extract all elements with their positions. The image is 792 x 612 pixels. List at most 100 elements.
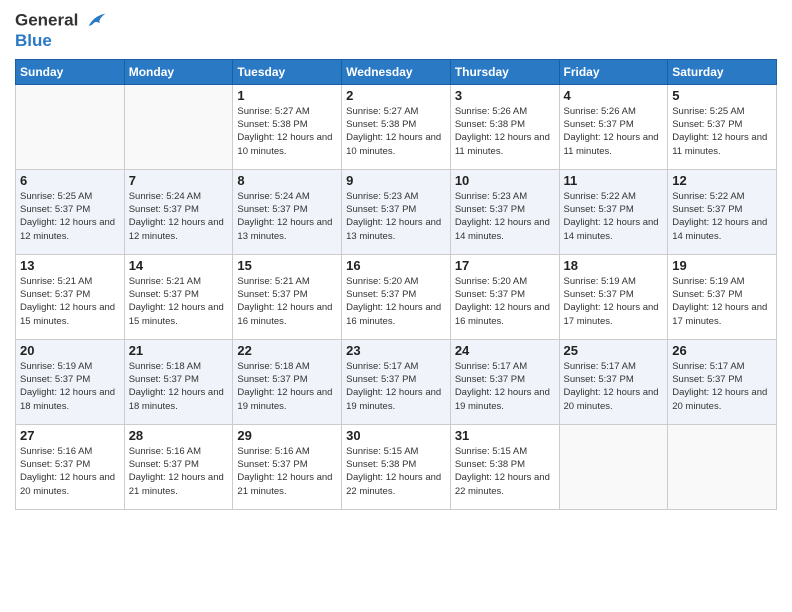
day-info: Sunrise: 5:24 AM Sunset: 5:37 PM Dayligh… bbox=[237, 190, 337, 243]
day-number: 22 bbox=[237, 343, 337, 358]
calendar-cell: 11Sunrise: 5:22 AM Sunset: 5:37 PM Dayli… bbox=[559, 169, 668, 254]
day-info: Sunrise: 5:19 AM Sunset: 5:37 PM Dayligh… bbox=[564, 275, 664, 328]
calendar-cell bbox=[668, 424, 777, 509]
day-info: Sunrise: 5:27 AM Sunset: 5:38 PM Dayligh… bbox=[237, 105, 337, 158]
day-number: 21 bbox=[129, 343, 229, 358]
day-number: 19 bbox=[672, 258, 772, 273]
calendar-cell: 29 Sunrise: 5:16 AM Sunset: 5:37 PM Dayli… bbox=[233, 424, 342, 509]
calendar-cell: 16Sunrise: 5:20 AM Sunset: 5:37 PM Dayli… bbox=[342, 254, 451, 339]
day-info: Sunrise: 5:15 AM Sunset: 5:38 PM Dayligh… bbox=[346, 445, 446, 498]
day-info: Sunrise: 5:22 AM Sunset: 5:37 PM Dayligh… bbox=[672, 190, 772, 243]
calendar-body: 1 Sunrise: 5:27 AM Sunset: 5:38 PM Daylig… bbox=[16, 84, 777, 509]
day-info: Sunrise: 5:27 AM Sunset: 5:38 PM Dayligh… bbox=[346, 105, 446, 158]
week-row-3: 13Sunrise: 5:21 AM Sunset: 5:37 PM Dayli… bbox=[16, 254, 777, 339]
calendar-cell: 30 Sunrise: 5:15 AM Sunset: 5:38 PM Dayli… bbox=[342, 424, 451, 509]
day-info: Sunrise: 5:19 AM Sunset: 5:37 PM Dayligh… bbox=[672, 275, 772, 328]
day-info: Sunrise: 5:15 AM Sunset: 5:38 PM Dayligh… bbox=[455, 445, 555, 498]
calendar-cell: 18 Sunrise: 5:19 AM Sunset: 5:37 PM Dayli… bbox=[559, 254, 668, 339]
calendar-cell bbox=[16, 84, 125, 169]
day-info: Sunrise: 5:22 AM Sunset: 5:37 PM Dayligh… bbox=[564, 190, 664, 243]
calendar-cell: 27 Sunrise: 5:16 AM Sunset: 5:37 PM Dayli… bbox=[16, 424, 125, 509]
day-number: 1 bbox=[237, 88, 337, 103]
day-number: 4 bbox=[564, 88, 664, 103]
calendar-cell: 28 Sunrise: 5:16 AM Sunset: 5:37 PM Dayli… bbox=[124, 424, 233, 509]
calendar-cell: 23Sunrise: 5:17 AM Sunset: 5:37 PM Dayli… bbox=[342, 339, 451, 424]
day-number: 27 bbox=[20, 428, 120, 443]
day-info: Sunrise: 5:23 AM Sunset: 5:37 PM Dayligh… bbox=[455, 190, 555, 243]
weekday-header-friday: Friday bbox=[559, 59, 668, 84]
day-number: 30 bbox=[346, 428, 446, 443]
day-info: Sunrise: 5:25 AM Sunset: 5:37 PM Dayligh… bbox=[672, 105, 772, 158]
day-number: 12 bbox=[672, 173, 772, 188]
calendar-cell bbox=[559, 424, 668, 509]
day-info: Sunrise: 5:18 AM Sunset: 5:37 PM Dayligh… bbox=[237, 360, 337, 413]
calendar-table: SundayMondayTuesdayWednesdayThursdayFrid… bbox=[15, 59, 777, 510]
day-info: Sunrise: 5:26 AM Sunset: 5:38 PM Dayligh… bbox=[455, 105, 555, 158]
weekday-header-sunday: Sunday bbox=[16, 59, 125, 84]
day-number: 10 bbox=[455, 173, 555, 188]
day-info: Sunrise: 5:17 AM Sunset: 5:37 PM Dayligh… bbox=[455, 360, 555, 413]
calendar-cell: 1 Sunrise: 5:27 AM Sunset: 5:38 PM Daylig… bbox=[233, 84, 342, 169]
logo: General Blue bbox=[15, 10, 107, 51]
day-number: 2 bbox=[346, 88, 446, 103]
calendar-cell: 26Sunrise: 5:17 AM Sunset: 5:37 PM Dayli… bbox=[668, 339, 777, 424]
calendar-cell: 13Sunrise: 5:21 AM Sunset: 5:37 PM Dayli… bbox=[16, 254, 125, 339]
day-number: 28 bbox=[129, 428, 229, 443]
calendar-cell: 20Sunrise: 5:19 AM Sunset: 5:37 PM Dayli… bbox=[16, 339, 125, 424]
day-number: 17 bbox=[455, 258, 555, 273]
day-info: Sunrise: 5:26 AM Sunset: 5:37 PM Dayligh… bbox=[564, 105, 664, 158]
day-info: Sunrise: 5:21 AM Sunset: 5:37 PM Dayligh… bbox=[237, 275, 337, 328]
calendar-cell: 24 Sunrise: 5:17 AM Sunset: 5:37 PM Dayli… bbox=[450, 339, 559, 424]
day-number: 18 bbox=[564, 258, 664, 273]
calendar-cell: 8 Sunrise: 5:24 AM Sunset: 5:37 PM Daylig… bbox=[233, 169, 342, 254]
weekday-header-row: SundayMondayTuesdayWednesdayThursdayFrid… bbox=[16, 59, 777, 84]
day-info: Sunrise: 5:16 AM Sunset: 5:37 PM Dayligh… bbox=[20, 445, 120, 498]
day-number: 7 bbox=[129, 173, 229, 188]
logo-line1: General bbox=[15, 10, 107, 32]
calendar-cell: 14 Sunrise: 5:21 AM Sunset: 5:37 PM Dayli… bbox=[124, 254, 233, 339]
calendar-cell: 5Sunrise: 5:25 AM Sunset: 5:37 PM Daylig… bbox=[668, 84, 777, 169]
day-info: Sunrise: 5:18 AM Sunset: 5:37 PM Dayligh… bbox=[129, 360, 229, 413]
day-info: Sunrise: 5:20 AM Sunset: 5:37 PM Dayligh… bbox=[346, 275, 446, 328]
day-number: 29 bbox=[237, 428, 337, 443]
calendar-cell bbox=[124, 84, 233, 169]
day-info: Sunrise: 5:24 AM Sunset: 5:37 PM Dayligh… bbox=[129, 190, 229, 243]
week-row-5: 27 Sunrise: 5:16 AM Sunset: 5:37 PM Dayli… bbox=[16, 424, 777, 509]
calendar-cell: 22 Sunrise: 5:18 AM Sunset: 5:37 PM Dayli… bbox=[233, 339, 342, 424]
weekday-header-saturday: Saturday bbox=[668, 59, 777, 84]
day-number: 23 bbox=[346, 343, 446, 358]
day-number: 9 bbox=[346, 173, 446, 188]
day-number: 14 bbox=[129, 258, 229, 273]
calendar-cell: 21 Sunrise: 5:18 AM Sunset: 5:37 PM Dayli… bbox=[124, 339, 233, 424]
day-number: 6 bbox=[20, 173, 120, 188]
day-number: 3 bbox=[455, 88, 555, 103]
weekday-header-wednesday: Wednesday bbox=[342, 59, 451, 84]
calendar-cell: 31Sunrise: 5:15 AM Sunset: 5:38 PM Dayli… bbox=[450, 424, 559, 509]
day-info: Sunrise: 5:23 AM Sunset: 5:37 PM Dayligh… bbox=[346, 190, 446, 243]
weekday-header-thursday: Thursday bbox=[450, 59, 559, 84]
day-number: 26 bbox=[672, 343, 772, 358]
day-number: 24 bbox=[455, 343, 555, 358]
week-row-4: 20Sunrise: 5:19 AM Sunset: 5:37 PM Dayli… bbox=[16, 339, 777, 424]
day-info: Sunrise: 5:17 AM Sunset: 5:37 PM Dayligh… bbox=[564, 360, 664, 413]
calendar-cell: 2 Sunrise: 5:27 AM Sunset: 5:38 PM Daylig… bbox=[342, 84, 451, 169]
day-number: 8 bbox=[237, 173, 337, 188]
calendar-cell: 9 Sunrise: 5:23 AM Sunset: 5:37 PM Daylig… bbox=[342, 169, 451, 254]
day-info: Sunrise: 5:20 AM Sunset: 5:37 PM Dayligh… bbox=[455, 275, 555, 328]
calendar-cell: 17 Sunrise: 5:20 AM Sunset: 5:37 PM Dayli… bbox=[450, 254, 559, 339]
calendar-cell: 4 Sunrise: 5:26 AM Sunset: 5:37 PM Daylig… bbox=[559, 84, 668, 169]
day-number: 25 bbox=[564, 343, 664, 358]
logo-bird-icon bbox=[85, 10, 107, 32]
day-info: Sunrise: 5:25 AM Sunset: 5:37 PM Dayligh… bbox=[20, 190, 120, 243]
calendar-cell: 6 Sunrise: 5:25 AM Sunset: 5:37 PM Daylig… bbox=[16, 169, 125, 254]
calendar-cell: 15Sunrise: 5:21 AM Sunset: 5:37 PM Dayli… bbox=[233, 254, 342, 339]
day-info: Sunrise: 5:16 AM Sunset: 5:37 PM Dayligh… bbox=[129, 445, 229, 498]
header: General Blue bbox=[15, 10, 777, 51]
weekday-header-tuesday: Tuesday bbox=[233, 59, 342, 84]
day-info: Sunrise: 5:16 AM Sunset: 5:37 PM Dayligh… bbox=[237, 445, 337, 498]
calendar-cell: 10 Sunrise: 5:23 AM Sunset: 5:37 PM Dayli… bbox=[450, 169, 559, 254]
day-info: Sunrise: 5:21 AM Sunset: 5:37 PM Dayligh… bbox=[20, 275, 120, 328]
calendar-cell: 7 Sunrise: 5:24 AM Sunset: 5:37 PM Daylig… bbox=[124, 169, 233, 254]
day-info: Sunrise: 5:19 AM Sunset: 5:37 PM Dayligh… bbox=[20, 360, 120, 413]
day-info: Sunrise: 5:21 AM Sunset: 5:37 PM Dayligh… bbox=[129, 275, 229, 328]
